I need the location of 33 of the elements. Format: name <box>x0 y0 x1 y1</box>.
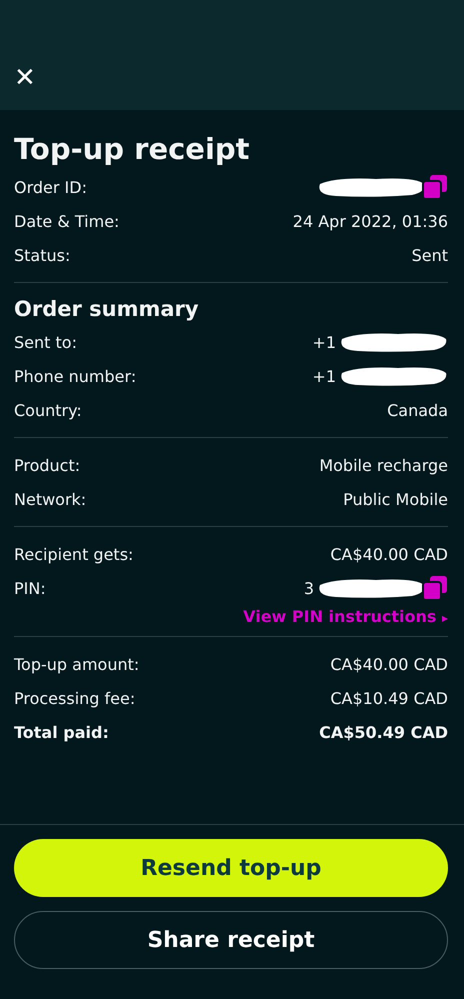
row-value: Public Mobile <box>343 490 448 508</box>
row-label: Top-up amount: <box>14 654 140 674</box>
resend-button[interactable]: Resend top-up <box>14 839 448 897</box>
share-button[interactable]: Share receipt <box>14 911 448 969</box>
row-label: Total paid: <box>14 722 109 742</box>
row-value: Canada <box>387 400 448 420</box>
row-value: 3 <box>304 578 314 598</box>
copy-icon[interactable] <box>422 575 448 601</box>
pin-instructions-link[interactable]: View PIN instructions ▸ <box>14 607 448 626</box>
row-value: +1 <box>312 332 336 352</box>
row-value: CA$10.49 CAD <box>330 688 448 708</box>
row-label: Product: <box>14 456 80 474</box>
row-label: Network: <box>14 490 86 508</box>
row-label: Order ID: <box>14 178 87 196</box>
close-button[interactable]: ✕ <box>14 63 36 93</box>
row-label: PIN: <box>14 578 46 598</box>
copy-icon[interactable] <box>422 174 448 200</box>
row-value: 24 Apr 2022, 01:36 <box>292 212 448 230</box>
row-value: +1 <box>312 366 336 386</box>
row-label: Date & Time: <box>14 212 120 230</box>
row-label: Country: <box>14 400 82 420</box>
row-label: Processing fee: <box>14 688 136 708</box>
row-label: Phone number: <box>14 366 136 386</box>
receipt-title: Top-up receipt <box>14 132 251 166</box>
row-value: CA$40.00 CAD <box>330 544 448 564</box>
row-value: Sent <box>412 246 448 264</box>
section-heading: Order summary <box>14 297 200 321</box>
row-label: Recipient gets: <box>14 544 134 564</box>
row-value: CA$50.49 CAD <box>319 722 448 742</box>
row-value: Mobile recharge <box>319 456 448 474</box>
row-label: Status: <box>14 246 70 264</box>
row-value: CA$40.00 CAD <box>330 654 448 674</box>
row-label: Sent to: <box>14 332 77 352</box>
